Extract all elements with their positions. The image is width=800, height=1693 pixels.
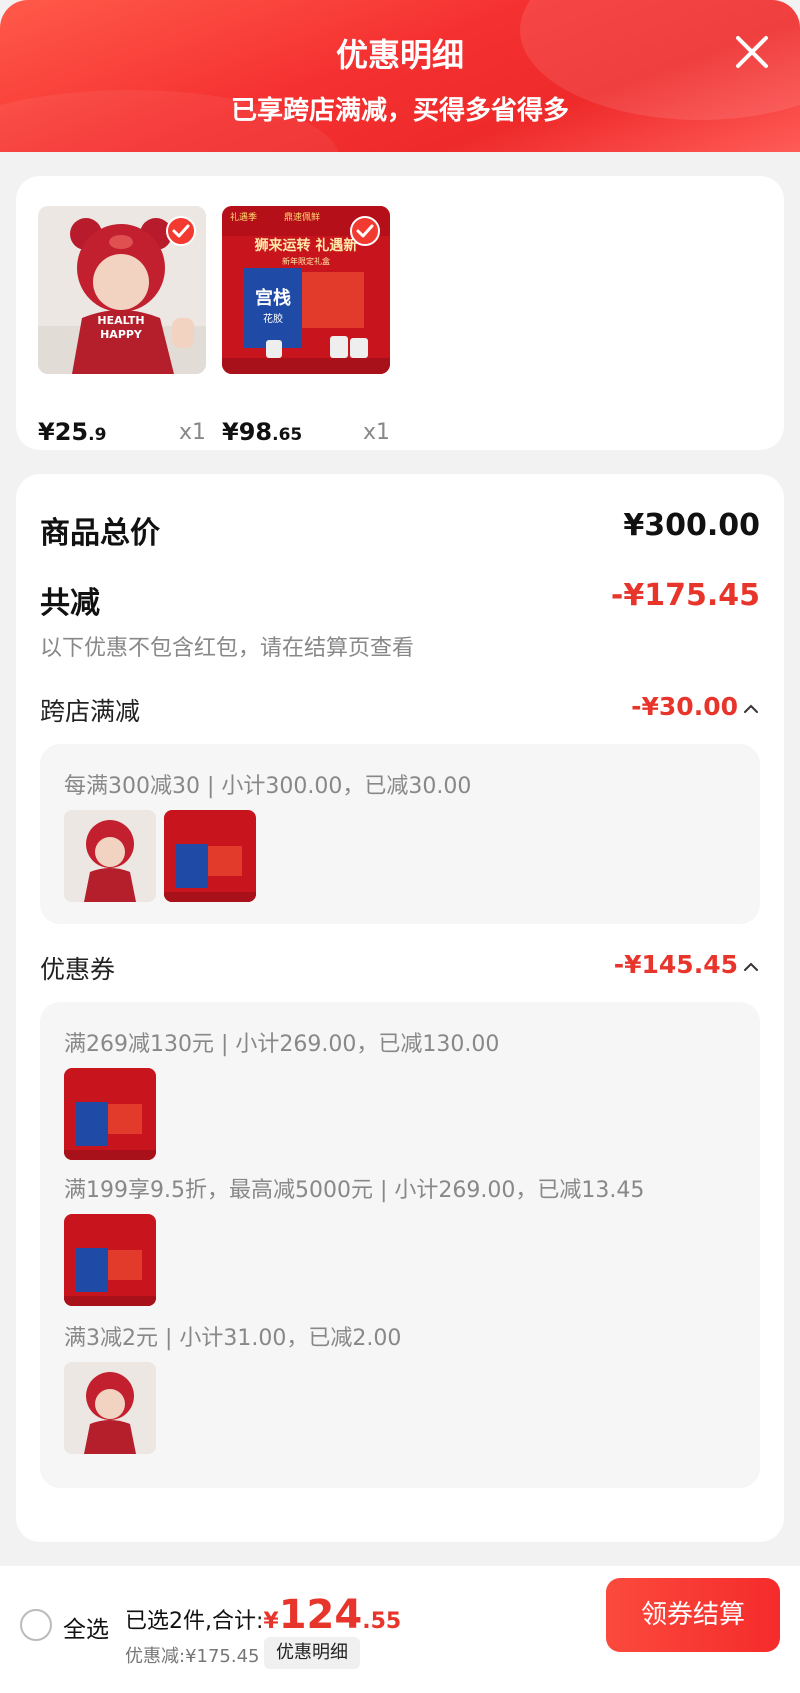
mini-thumb-gift-box <box>64 1214 156 1306</box>
discount-detail-button[interactable]: 优惠明细 <box>264 1637 360 1669</box>
selection-summary: 已选2件,合计:¥124.55 <box>125 1592 402 1638</box>
coupon-label: 优惠券 <box>40 955 116 984</box>
total-reduce-row: 共减 -¥175.45 <box>40 578 760 621</box>
cross-store-rule: 每满300减30 | 小计300.00，已减30.00 <box>64 774 472 799</box>
chevron-up-icon[interactable] <box>742 960 760 972</box>
close-button[interactable] <box>728 28 776 76</box>
product-price: ¥25.9 <box>38 418 107 446</box>
header: 优惠明细 已享跨店满减，买得多省得多 <box>0 0 800 152</box>
total-reduce-value: -¥175.45 <box>610 578 760 613</box>
close-icon[interactable] <box>728 28 776 76</box>
coupon-rule: 满269减130元 | 小计269.00，已减130.00 <box>64 1032 500 1057</box>
goods-total-value: ¥300.00 <box>623 508 760 543</box>
select-all-label[interactable]: 全选 <box>63 1610 109 1644</box>
cross-store-value[interactable]: -¥30.00 <box>631 692 760 721</box>
discount-breakdown-card: 商品总价 ¥300.00 共减 -¥175.45 以下优惠不包含红包，请在结算页… <box>16 474 784 1542</box>
product-price: ¥98.65 <box>222 418 303 446</box>
svg-text:新年限定礼盒: 新年限定礼盒 <box>282 256 330 266</box>
product-quantity: x1 <box>178 420 206 445</box>
page-subtitle: 已享跨店满减，买得多省得多 <box>230 96 569 126</box>
page-title: 优惠明细 <box>335 36 464 74</box>
svg-text:花胶: 花胶 <box>263 312 283 325</box>
cross-store-row[interactable]: 跨店满减 -¥30.00 <box>40 692 760 726</box>
checkout-bar: 全选 已选2件,合计:¥124.55 优惠减:¥175.45 优惠明细 领券结算 <box>0 1566 800 1693</box>
svg-text:鼎速佩鲜: 鼎速佩鲜 <box>284 211 320 223</box>
svg-text:宫栈: 宫栈 <box>255 287 291 309</box>
chevron-up-icon[interactable] <box>742 702 760 714</box>
svg-text:狮来运转 礼遇新: 狮来运转 礼遇新 <box>254 237 358 254</box>
selected-products-card: HEALTH HAPPY ¥25.9 x1 礼遇季 鼎速佩鲜 狮来运转 礼遇新 … <box>16 176 784 450</box>
product-image-gift-box[interactable]: 礼遇季 鼎速佩鲜 狮来运转 礼遇新 新年限定礼盒 宫栈 花胶 <box>222 206 390 374</box>
svg-text:HAPPY: HAPPY <box>100 328 143 341</box>
coupon-rule: 满3减2元 | 小计31.00，已减2.00 <box>64 1326 402 1351</box>
goods-total-label: 商品总价 <box>40 516 160 551</box>
discount-summary: 优惠减:¥175.45 <box>125 1646 260 1667</box>
cross-store-detail: 每满300减30 | 小计300.00，已减30.00 <box>40 744 760 924</box>
coupon-detail: 满269减130元 | 小计269.00，已减130.00 满199享9.5折，… <box>40 1002 760 1488</box>
product-image-romper[interactable]: HEALTH HAPPY <box>38 206 206 374</box>
coupon-row[interactable]: 优惠券 -¥145.45 <box>40 950 760 984</box>
cross-store-label: 跨店满减 <box>40 697 141 726</box>
checkout-button[interactable]: 领券结算 <box>606 1578 780 1652</box>
coupon-value[interactable]: -¥145.45 <box>614 950 760 979</box>
mini-thumb-gift-box <box>164 810 256 902</box>
select-all-radio[interactable] <box>20 1609 52 1641</box>
checkmark-icon[interactable] <box>166 216 196 246</box>
checkmark-icon[interactable] <box>350 216 380 246</box>
discount-note: 以下优惠不包含红包，请在结算页查看 <box>40 636 415 661</box>
total-reduce-label: 共减 <box>40 586 100 621</box>
product-quantity: x1 <box>362 420 390 445</box>
product-item[interactable]: HEALTH HAPPY ¥25.9 x1 <box>38 206 206 446</box>
svg-text:礼遇季: 礼遇季 <box>230 211 257 223</box>
mini-thumb-gift-box <box>64 1068 156 1160</box>
product-item[interactable]: 礼遇季 鼎速佩鲜 狮来运转 礼遇新 新年限定礼盒 宫栈 花胶 ¥98.65 x1 <box>222 206 390 446</box>
mini-thumb-romper <box>64 1362 156 1454</box>
mini-thumb-romper <box>64 810 156 902</box>
goods-total-row: 商品总价 ¥300.00 <box>40 508 760 551</box>
coupon-rule: 满199享9.5折，最高减5000元 | 小计269.00，已减13.45 <box>64 1178 645 1203</box>
svg-text:HEALTH: HEALTH <box>97 314 144 327</box>
